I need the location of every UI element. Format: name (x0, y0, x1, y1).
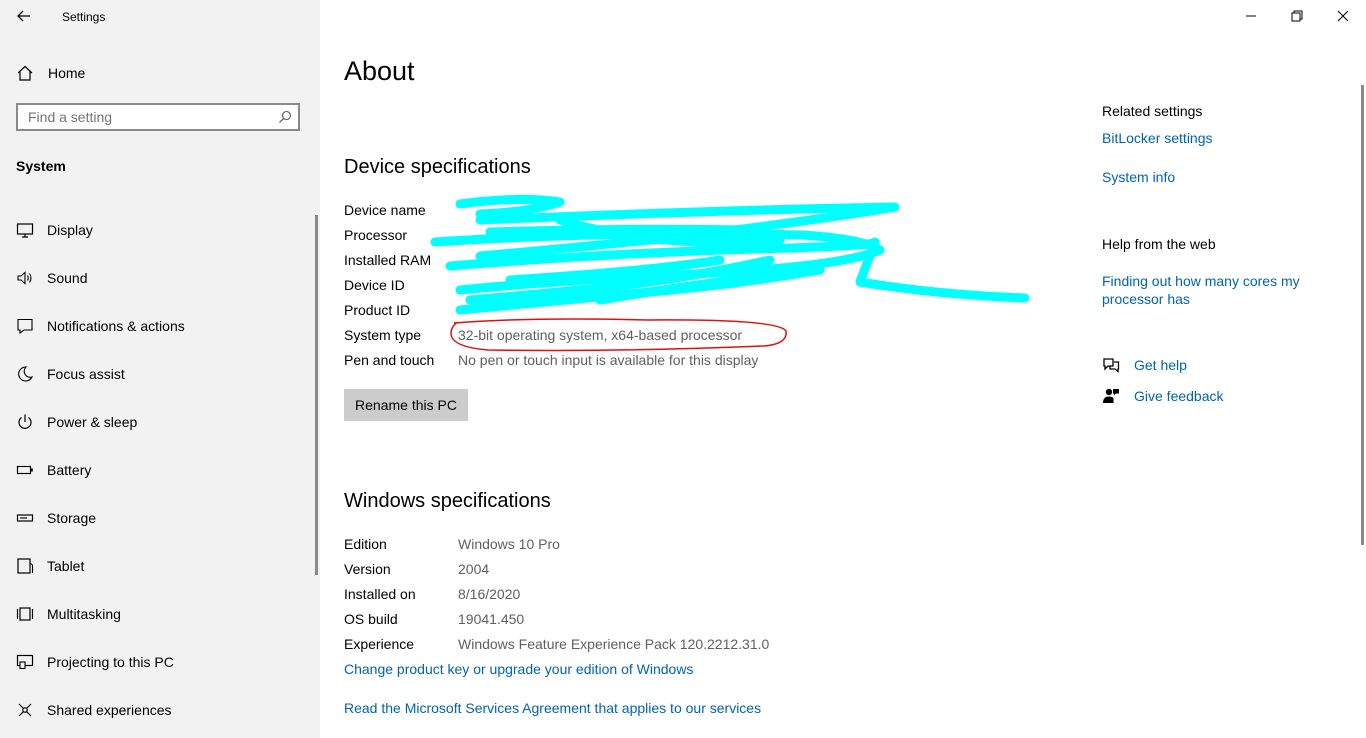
app-title: Settings (62, 10, 106, 24)
spec-value: 2004 (458, 561, 490, 577)
search-input[interactable] (18, 105, 268, 129)
focus-assist-icon (16, 365, 34, 383)
main-content: About Device specifications Device name … (320, 0, 1366, 738)
change-product-key-link[interactable]: Change product key or upgrade your editi… (344, 661, 693, 677)
redaction-scribble (430, 194, 1030, 315)
search-icon[interactable] (278, 110, 292, 124)
annotation-circle (450, 318, 787, 352)
minimize-button[interactable] (1228, 0, 1274, 32)
spec-row: OS build 19041.450 (344, 607, 769, 632)
sidebar-item-label: Notifications & actions (47, 318, 185, 334)
spec-value: Windows 10 Pro (458, 536, 560, 552)
storage-icon (16, 509, 34, 527)
sidebar-item-shared-experiences[interactable]: Shared experiences (0, 686, 310, 734)
home-label: Home (48, 65, 86, 81)
sidebar-item-label: Storage (47, 510, 97, 526)
shared-experiences-icon (16, 701, 34, 719)
sidebar-item-label: Battery (47, 462, 92, 478)
spec-value: 8/16/2020 (458, 586, 521, 602)
give-feedback-link[interactable]: Give feedback (1134, 388, 1224, 404)
get-help-item[interactable]: Get help (1102, 356, 1187, 374)
power-icon (16, 413, 34, 431)
device-specs-heading: Device specifications (344, 156, 531, 178)
sidebar: Settings Home System Display Sound (0, 0, 320, 738)
restore-icon (1291, 10, 1303, 22)
sidebar-item-label: Shared experiences (47, 702, 172, 718)
multitasking-icon (16, 605, 34, 623)
sidebar-item-label: Tablet (47, 558, 85, 574)
sidebar-item-label: Display (47, 222, 93, 238)
spec-key: Installed on (344, 586, 416, 602)
services-agreement-link[interactable]: Read the Microsoft Services Agreement th… (344, 700, 761, 716)
give-feedback-item[interactable]: Give feedback (1102, 387, 1224, 405)
title-bar: Settings (0, 0, 320, 34)
cores-help-link[interactable]: Finding out how many cores my processor … (1102, 272, 1312, 308)
back-arrow-icon (17, 10, 30, 22)
help-from-web-heading: Help from the web (1102, 236, 1216, 252)
spec-key: Experience (344, 636, 415, 652)
spec-key: Edition (344, 536, 387, 552)
tablet-icon (16, 557, 34, 575)
spec-row: Edition Windows 10 Pro (344, 532, 769, 557)
feedback-icon (1103, 388, 1119, 403)
close-icon (1337, 10, 1349, 22)
display-icon (16, 221, 34, 239)
window-controls (1228, 0, 1366, 34)
sidebar-section-heading: System (16, 158, 66, 174)
spec-row: Installed on 8/16/2020 (344, 582, 769, 607)
sidebar-item-tablet[interactable]: Tablet (0, 542, 310, 590)
windows-specs-table: Edition Windows 10 Pro Version 2004 Instal… (344, 532, 769, 657)
sidebar-item-notifications[interactable]: Notifications & actions (0, 302, 310, 350)
bitlocker-settings-link[interactable]: BitLocker settings (1102, 130, 1213, 146)
sidebar-item-label: Power & sleep (47, 414, 138, 430)
home-icon (17, 65, 33, 81)
restore-button[interactable] (1274, 0, 1320, 32)
sidebar-item-label: Sound (47, 270, 88, 286)
page-title: About (344, 56, 415, 86)
related-settings-heading: Related settings (1102, 103, 1203, 119)
close-button[interactable] (1320, 0, 1366, 32)
sidebar-item-sound[interactable]: Sound (0, 254, 310, 302)
get-help-icon (1103, 358, 1120, 373)
sidebar-item-label: Projecting to this PC (47, 654, 174, 670)
sidebar-item-focus-assist[interactable]: Focus assist (0, 350, 310, 398)
spec-key: Version (344, 561, 391, 577)
spec-key: OS build (344, 611, 398, 627)
get-help-link[interactable]: Get help (1134, 357, 1187, 373)
spec-row: Version 2004 (344, 557, 769, 582)
spec-value: 19041.450 (458, 611, 525, 627)
main-scrollbar[interactable] (1361, 85, 1364, 545)
sidebar-scrollbar[interactable] (315, 215, 318, 575)
minimize-icon (1246, 15, 1256, 17)
notifications-icon (16, 317, 34, 335)
sidebar-item-multitasking[interactable]: Multitasking (0, 590, 310, 638)
sound-icon (16, 269, 34, 287)
system-info-link[interactable]: System info (1102, 169, 1175, 185)
back-button[interactable] (12, 4, 36, 28)
sidebar-item-power-sleep[interactable]: Power & sleep (0, 398, 310, 446)
sidebar-nav: Display Sound Notifications & actions Fo… (0, 206, 310, 734)
projecting-icon (16, 653, 34, 671)
windows-specs-heading: Windows specifications (344, 490, 551, 512)
sidebar-item-label: Multitasking (47, 606, 121, 622)
search-box[interactable] (16, 103, 300, 131)
rename-pc-button[interactable]: Rename this PC (344, 389, 468, 421)
sidebar-item-projecting[interactable]: Projecting to this PC (0, 638, 310, 686)
battery-icon (16, 461, 34, 479)
sidebar-item-label: Focus assist (47, 366, 125, 382)
spec-value: Windows Feature Experience Pack 120.2212… (458, 636, 770, 652)
sidebar-item-display[interactable]: Display (0, 206, 310, 254)
spec-key: Pen and touch (344, 352, 435, 368)
spec-row: Experience Windows Feature Experience Pac… (344, 632, 769, 657)
sidebar-item-battery[interactable]: Battery (0, 446, 310, 494)
sidebar-item-home[interactable]: Home (16, 60, 306, 86)
sidebar-item-storage[interactable]: Storage (0, 494, 310, 542)
